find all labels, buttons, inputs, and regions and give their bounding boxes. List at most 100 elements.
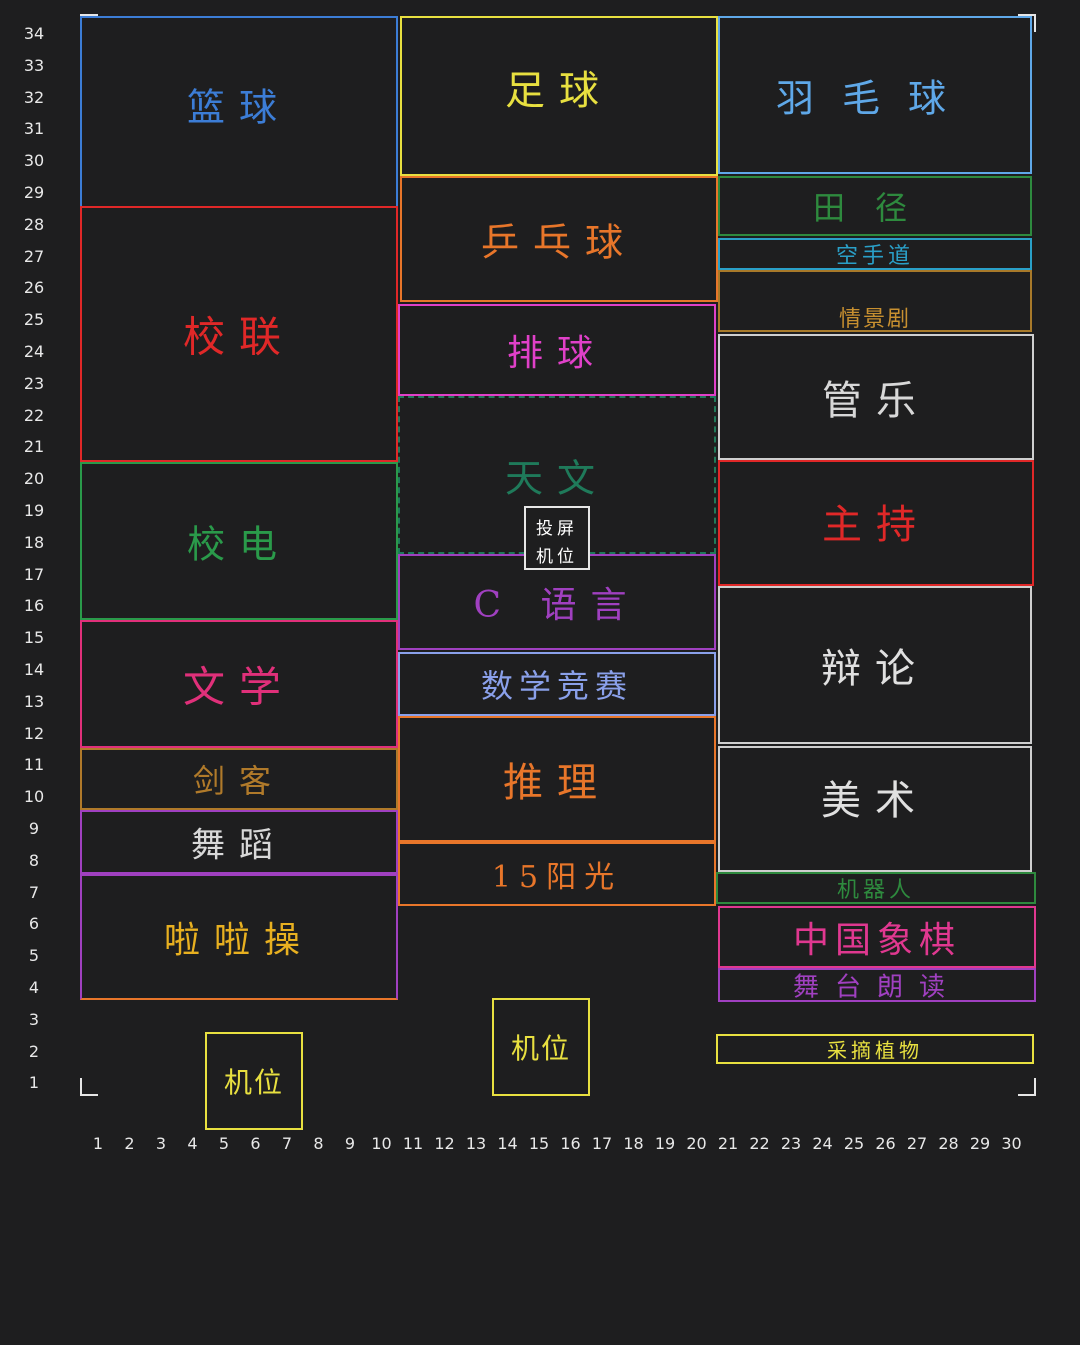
x-tick-label: 27	[906, 1134, 928, 1153]
y-tick-label: 8	[28, 850, 40, 870]
zone-debate: 辩论	[718, 586, 1032, 744]
x-tick-label: 16	[560, 1134, 581, 1153]
zone-label: 情景剧	[838, 307, 911, 333]
y-tick-label: 2	[28, 1041, 40, 1061]
x-tick-label: 6	[250, 1134, 261, 1153]
y-tick-label: 19	[23, 501, 45, 520]
zone-cheerleading: 啦啦操	[80, 874, 398, 1000]
y-tick-label: 9	[28, 819, 40, 838]
zone-label: 田径	[812, 189, 937, 227]
y-tick-label: 25	[23, 310, 45, 330]
zone-chess: 中国象棋	[718, 906, 1036, 968]
y-tick-label: 17	[23, 564, 45, 584]
x-tick-label: 1	[92, 1134, 104, 1153]
x-tick-label: 25	[843, 1134, 865, 1153]
x-tick-label: 29	[969, 1134, 991, 1153]
zone-label: 美术	[821, 777, 929, 824]
machine-spot-label: 机位	[510, 1032, 571, 1065]
y-tick-label: 21	[23, 437, 45, 457]
zone-label: 辩论	[821, 646, 929, 692]
zone-campus-band: 校联	[80, 206, 398, 462]
zone-label: 中国象棋	[792, 920, 961, 961]
y-tick-label: 7	[28, 882, 40, 902]
y-tick-label: 20	[23, 469, 45, 489]
x-tick-label: 24	[812, 1134, 833, 1153]
zone-label: 文学	[182, 662, 295, 712]
x-tick-label: 30	[1001, 1134, 1022, 1153]
y-tick-label: 22	[23, 405, 45, 425]
y-tick-label: 6	[28, 914, 40, 934]
zone-art: 美术	[718, 746, 1032, 872]
x-tick-label: 12	[434, 1134, 455, 1153]
zone-label: 舞台朗读	[792, 972, 961, 1003]
machine-spot-camera-center: 机位	[492, 998, 590, 1096]
y-tick-label: 5	[28, 946, 40, 966]
x-tick-label: 10	[371, 1134, 392, 1153]
zone-badminton: 羽毛球	[718, 16, 1032, 174]
y-tick-label: 16	[23, 596, 45, 616]
x-tick-label: 19	[654, 1134, 676, 1153]
x-tick-label: 17	[591, 1134, 613, 1153]
x-tick-label: 3	[155, 1134, 167, 1153]
site-map-diagram: 篮球 校联 校电 文学 剑客 舞蹈 啦啦操 足球 乒乓球 排球 天文 C 语言 …	[0, 0, 1080, 1345]
y-tick-label: 1	[28, 1073, 40, 1093]
zone-label: 主持	[822, 501, 930, 548]
x-tick-label: 11	[402, 1134, 424, 1153]
x-tick-label: 20	[686, 1134, 707, 1153]
x-tick-label: 23	[780, 1134, 802, 1153]
y-tick-label: 30	[23, 151, 45, 171]
zone-volleyball: 排球	[398, 304, 716, 396]
y-tick-label: 24	[23, 342, 45, 361]
y-tick-label: 23	[23, 373, 45, 393]
zone-botany: 采摘植物	[716, 1034, 1034, 1064]
x-tick-label: 18	[623, 1134, 644, 1153]
zone-label: 天文	[504, 456, 609, 501]
y-tick-label: 14	[23, 660, 45, 679]
zone-label: 校电	[186, 522, 291, 567]
x-tick-label: 22	[749, 1134, 770, 1153]
y-tick-label: 3	[28, 1009, 40, 1029]
x-tick-label: 14	[497, 1134, 518, 1153]
machine-spot-label: 机位	[223, 1066, 284, 1099]
zone-label: 乒乓球	[480, 220, 637, 265]
x-tick-label: 7	[281, 1134, 293, 1153]
zone-label: 采摘植物	[827, 1038, 923, 1063]
zone-label: 舞蹈	[191, 825, 287, 866]
zone-label: 数学竞赛	[480, 667, 633, 705]
zone-pingpong: 乒乓球	[400, 176, 718, 302]
y-tick-label: 33	[23, 55, 45, 75]
zone-label: 啦啦操	[163, 920, 314, 961]
x-tick-label: 28	[938, 1134, 959, 1153]
zone-fencing: 剑客	[80, 748, 398, 810]
zone-label: 空手道	[835, 244, 914, 269]
y-tick-label: 12	[23, 723, 45, 743]
x-tick-label: 4	[187, 1134, 198, 1153]
y-tick-label: 31	[23, 119, 45, 139]
y-tick-label: 34	[23, 24, 45, 43]
zone-label: 推理	[503, 760, 611, 806]
machine-spot-projector: 投屏 机位	[524, 506, 590, 570]
zone-basketball: 篮球	[80, 16, 398, 208]
y-tick-label: 26	[23, 278, 45, 298]
zone-label: 足球	[505, 67, 613, 114]
x-tick-label: 15	[528, 1134, 550, 1153]
y-tick-label: 32	[23, 87, 45, 107]
zone-host: 主持	[718, 460, 1034, 586]
machine-spot-label: 机位	[536, 547, 578, 567]
zone-label: C 语言	[473, 585, 641, 626]
x-tick-label: 26	[875, 1134, 896, 1153]
x-tick-label: 21	[717, 1134, 739, 1153]
y-tick-label: 10	[23, 787, 45, 807]
zone-label: 校联	[182, 312, 295, 362]
y-tick-label: 27	[23, 246, 45, 266]
zone-reasoning: 推理	[398, 716, 716, 842]
machine-spot-camera-left: 机位	[205, 1032, 303, 1130]
zone-literature: 文学	[80, 620, 398, 748]
corner-bottom-left	[80, 1078, 98, 1096]
x-tick-label: 13	[465, 1134, 487, 1153]
zone-dance: 舞蹈	[80, 810, 398, 874]
y-tick-label: 29	[23, 183, 45, 202]
zone-label: 剑客	[192, 762, 285, 800]
x-tick-label: 9	[344, 1134, 356, 1153]
zone-drama: 情景剧	[718, 270, 1032, 332]
